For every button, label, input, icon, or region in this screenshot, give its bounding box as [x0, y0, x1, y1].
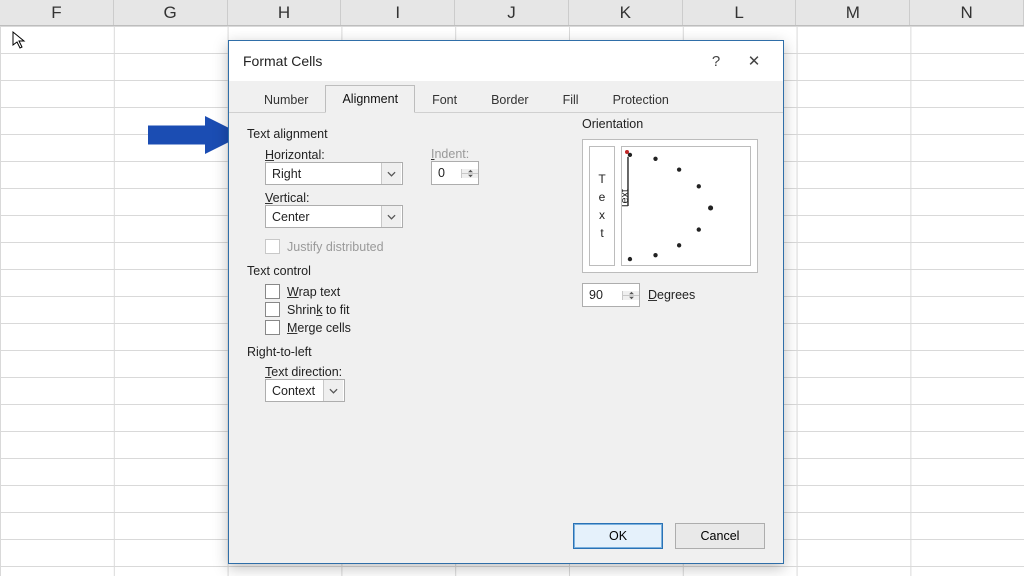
spin-buttons[interactable]: [622, 291, 639, 300]
col-L[interactable]: L: [683, 0, 797, 25]
tab-protection[interactable]: Protection: [596, 86, 686, 113]
chevron-down-icon: [381, 206, 401, 227]
orientation-group: Orientation: [582, 117, 767, 131]
rtl-group: Right-to-left: [247, 345, 765, 359]
tab-font[interactable]: Font: [415, 86, 474, 113]
indent-value: 0: [432, 166, 461, 180]
vertical-select[interactable]: Center: [265, 205, 403, 228]
spin-down-icon[interactable]: [462, 174, 478, 178]
format-cells-dialog: Format Cells ? ✕ Number Alignment Font B…: [228, 40, 784, 564]
tab-fill[interactable]: Fill: [546, 86, 596, 113]
merge-cells-check[interactable]: Merge cells: [265, 320, 765, 335]
tab-alignment[interactable]: Alignment: [325, 85, 415, 113]
wrap-text-label: Wrap text: [287, 285, 340, 299]
col-G[interactable]: G: [114, 0, 228, 25]
vertical-text-button[interactable]: T e x t: [589, 146, 615, 266]
text-direction-value: Context: [272, 384, 323, 398]
col-N[interactable]: N: [910, 0, 1024, 25]
dialog-buttons: OK Cancel: [573, 523, 765, 549]
horizontal-select[interactable]: Right: [265, 162, 403, 185]
degrees-stepper[interactable]: 90: [582, 283, 640, 307]
dialog-title: Format Cells: [243, 53, 697, 69]
text-direction-label: Text direction:: [265, 365, 765, 379]
help-button[interactable]: ?: [697, 53, 735, 70]
shrink-label: Shrink to fit: [287, 303, 350, 317]
orientation-panel: Orientation T e x t Text: [582, 113, 767, 307]
degrees-label: Degrees: [648, 288, 695, 302]
ok-button[interactable]: OK: [573, 523, 663, 549]
checkbox-icon: [265, 239, 280, 254]
chevron-down-icon: [323, 380, 343, 401]
horizontal-value: Right: [272, 167, 381, 181]
degrees-row: 90 Degrees: [582, 283, 767, 307]
spin-buttons[interactable]: [461, 169, 478, 178]
cancel-button[interactable]: Cancel: [675, 523, 765, 549]
tab-border[interactable]: Border: [474, 86, 546, 113]
indent-label: Indent:: [431, 147, 479, 161]
checkbox-icon[interactable]: [265, 302, 280, 317]
checkbox-icon[interactable]: [265, 284, 280, 299]
col-F[interactable]: F: [0, 0, 114, 25]
spin-down-icon[interactable]: [623, 296, 639, 300]
orientation-box: T e x t Text: [582, 139, 758, 273]
col-M[interactable]: M: [796, 0, 910, 25]
col-I[interactable]: I: [341, 0, 455, 25]
merge-label: Merge cells: [287, 321, 351, 335]
tab-number[interactable]: Number: [247, 86, 325, 113]
degrees-value: 90: [583, 288, 622, 302]
indent-stepper[interactable]: 0: [431, 161, 479, 185]
dialog-titlebar[interactable]: Format Cells ? ✕: [229, 41, 783, 81]
tab-strip: Number Alignment Font Border Fill Protec…: [229, 81, 783, 113]
col-H[interactable]: H: [228, 0, 342, 25]
svg-text:Text: Text: [622, 189, 631, 209]
justify-distributed-label: Justify distributed: [287, 240, 384, 254]
col-J[interactable]: J: [455, 0, 569, 25]
chevron-down-icon: [381, 163, 401, 184]
close-button[interactable]: ✕: [735, 52, 773, 70]
horizontal-label: Horizontal:: [265, 148, 403, 162]
vertical-value: Center: [272, 210, 381, 224]
checkbox-icon[interactable]: [265, 320, 280, 335]
text-direction-select[interactable]: Context: [265, 379, 345, 402]
dialog-body: Text alignment Horizontal: Right Indent:…: [229, 113, 783, 513]
orientation-dial[interactable]: Text: [621, 146, 751, 266]
col-K[interactable]: K: [569, 0, 683, 25]
column-headers[interactable]: F G H I J K L M N: [0, 0, 1024, 26]
